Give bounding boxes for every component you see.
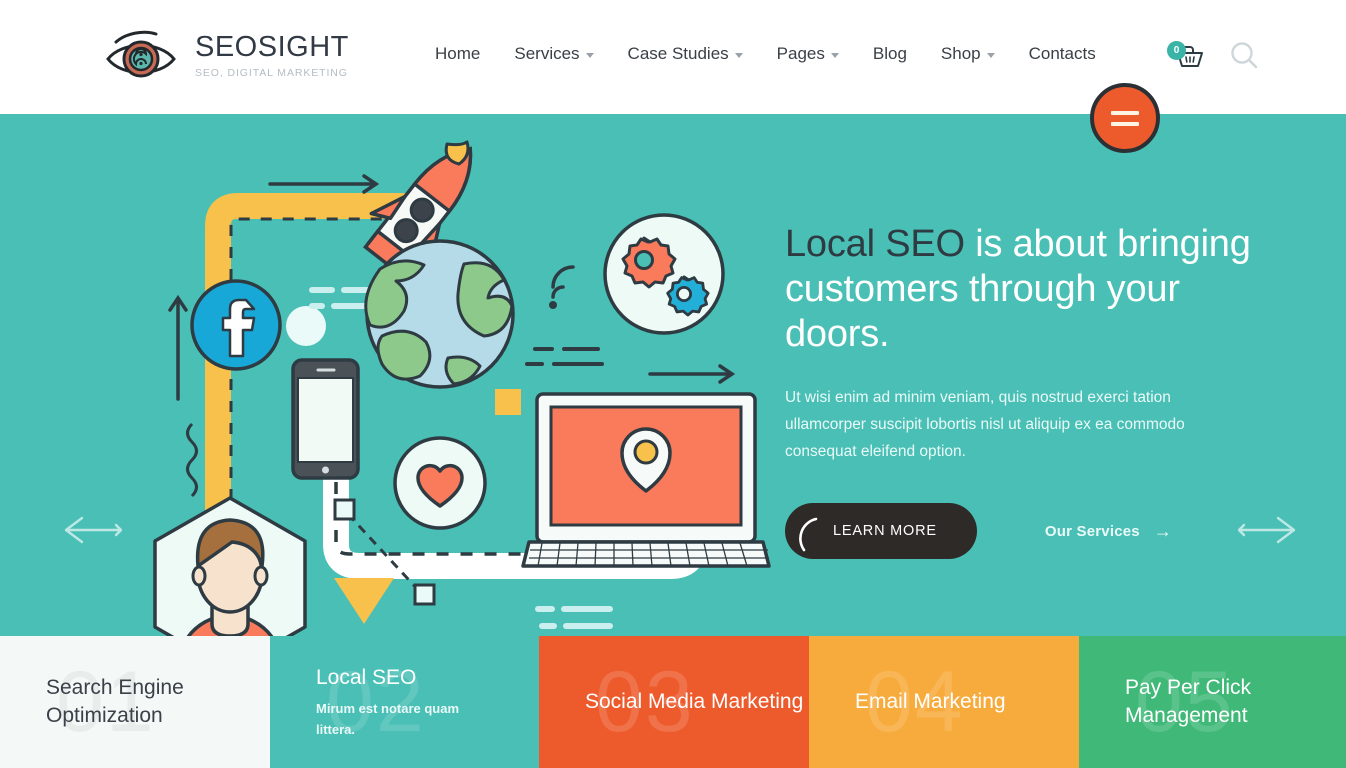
- chevron-down-icon: [830, 53, 839, 58]
- arrow-right-icon: →: [1153, 520, 1173, 541]
- service-card-seo[interactable]: 01 Search Engine Optimization: [0, 636, 270, 768]
- nav-label: Shop: [940, 44, 981, 63]
- hero-paragraph: Ut wisi enim ad minim veniam, quis nostr…: [785, 389, 1185, 460]
- menu-toggle-button[interactable]: [1090, 83, 1160, 153]
- heart-icon: [393, 436, 487, 530]
- nav-label: Pages: [776, 44, 825, 63]
- hero-illustration: [153, 140, 771, 654]
- our-services-label: Our Services: [1044, 522, 1140, 540]
- chevron-down-icon: [734, 53, 743, 58]
- circle-shape: [286, 306, 326, 346]
- nav-item-pages[interactable]: Pages: [760, 44, 856, 64]
- nav-label: Home: [435, 44, 481, 63]
- brand-name: SEOSIGHT: [195, 31, 349, 63]
- nav-item-shop[interactable]: Shop: [924, 44, 1012, 64]
- text-lines: [535, 606, 613, 629]
- search-icon[interactable]: [1229, 40, 1259, 70]
- wifi-signal-icon: [549, 265, 575, 309]
- hero-title-accent: Local SEO: [785, 223, 965, 265]
- hero-actions: LEARN MORE Our Services →: [785, 503, 1255, 559]
- chevron-down-icon: [585, 53, 594, 58]
- dash-lines: [525, 347, 604, 366]
- nav-item-contacts[interactable]: Contacts: [1012, 44, 1113, 64]
- card-title: Local SEO: [316, 666, 417, 689]
- arrow-right-icon: [648, 364, 736, 384]
- hamburger-icon-line: [1111, 110, 1139, 115]
- card-title: Social Media Marketing: [585, 690, 804, 713]
- nav-label: Blog: [872, 44, 907, 63]
- hero-title: Local SEO is about bringing customers th…: [785, 222, 1255, 357]
- eye-icon: [106, 30, 176, 78]
- smartphone-icon: [291, 358, 360, 480]
- cart-button[interactable]: 0: [1167, 38, 1207, 72]
- service-cards: 01 Search Engine Optimization 02 Local S…: [0, 636, 1346, 768]
- gears-icon: [603, 213, 725, 335]
- nav-item-case-studies[interactable]: Case Studies: [611, 44, 760, 64]
- nav-item-services[interactable]: Services: [497, 44, 610, 64]
- page-root: SEOSIGHT SEO, DIGITAL MARKETING Home Ser…: [0, 0, 1346, 768]
- arrow-right-icon: [268, 174, 380, 194]
- hamburger-icon-line: [1111, 121, 1139, 126]
- header-tools: 0: [1167, 38, 1259, 72]
- slider-prev-arrow[interactable]: [58, 510, 128, 550]
- learn-more-label: LEARN MORE: [833, 523, 937, 539]
- facebook-icon: [190, 279, 282, 371]
- nav-label: Case Studies: [627, 44, 729, 63]
- square-shape: [495, 389, 521, 415]
- person-avatar-icon: [153, 496, 307, 654]
- service-card-email[interactable]: 04 Email Marketing: [809, 636, 1079, 768]
- chevron-down-icon: [986, 53, 995, 58]
- brand-tagline: SEO, DIGITAL MARKETING: [195, 67, 348, 79]
- card-title: Email Marketing: [855, 690, 1006, 713]
- nav-item-blog[interactable]: Blog: [856, 44, 924, 64]
- hero-content: Local SEO is about bringing customers th…: [785, 222, 1255, 559]
- squiggle-line: [186, 422, 198, 498]
- card-title: Search Engine Optimization: [46, 676, 184, 727]
- logo-text: SEOSIGHT SEO, DIGITAL MARKETING: [195, 31, 349, 80]
- arc-decoration-icon: [799, 517, 818, 552]
- arrow-up-icon: [168, 294, 188, 401]
- our-services-link[interactable]: Our Services →: [1045, 521, 1172, 542]
- card-description: Mirum est notare quam littera.: [316, 701, 460, 737]
- triangle-shape: [334, 578, 394, 624]
- cart-count-badge: 0: [1167, 41, 1186, 60]
- main-navigation: Home Services Case Studies Pages Blog Sh…: [418, 44, 1113, 64]
- service-card-ppc[interactable]: 05 Pay Per Click Management: [1079, 636, 1346, 768]
- service-card-local-seo[interactable]: 02 Local SEO Mirum est notare quam litte…: [270, 636, 539, 768]
- nav-label: Contacts: [1028, 44, 1096, 63]
- learn-more-button[interactable]: LEARN MORE: [785, 503, 977, 559]
- card-title: Pay Per Click Management: [1125, 676, 1252, 727]
- site-header: SEOSIGHT SEO, DIGITAL MARKETING Home Ser…: [0, 0, 1346, 153]
- flame-icon: [444, 140, 470, 166]
- service-card-social-media[interactable]: 03 Social Media Marketing: [539, 636, 809, 768]
- globe-icon: [364, 239, 515, 389]
- laptop-icon: [521, 392, 771, 568]
- logo[interactable]: SEOSIGHT SEO, DIGITAL MARKETING: [104, 28, 349, 84]
- slider-next-arrow[interactable]: [1232, 510, 1302, 550]
- nav-item-home[interactable]: Home: [418, 44, 497, 64]
- nav-label: Services: [514, 44, 580, 63]
